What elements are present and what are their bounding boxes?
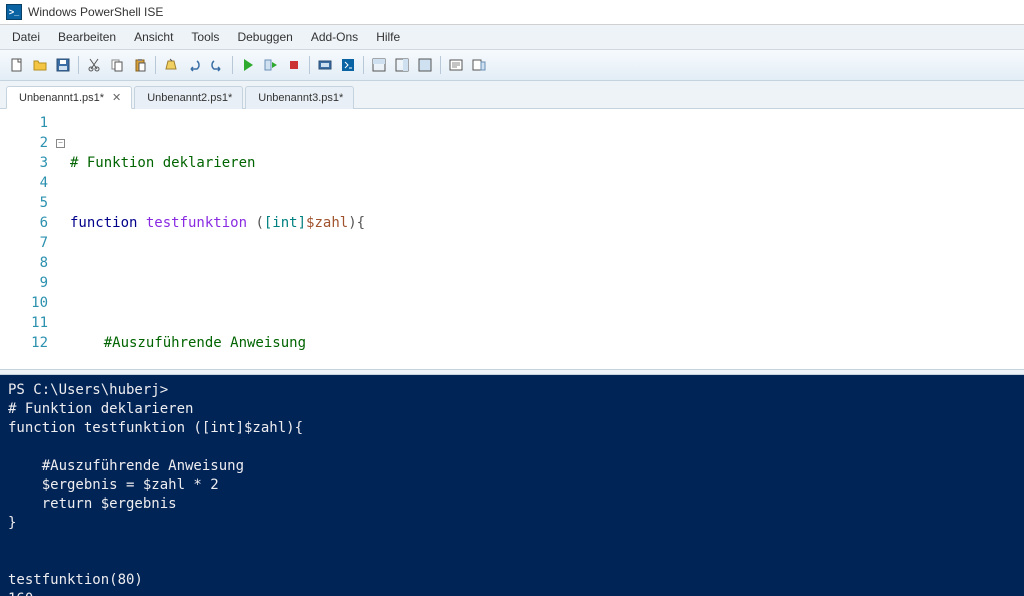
- clear-button[interactable]: [160, 54, 182, 76]
- menu-edit[interactable]: Bearbeiten: [50, 27, 124, 47]
- menu-debug[interactable]: Debuggen: [229, 27, 300, 47]
- menu-tools[interactable]: Tools: [183, 27, 227, 47]
- tab-file-3[interactable]: Unbenannt3.ps1*: [245, 86, 354, 109]
- layout-script-max-button[interactable]: [414, 54, 436, 76]
- fold-gutter: −: [56, 113, 70, 365]
- menu-file[interactable]: Datei: [4, 27, 48, 47]
- copy-button[interactable]: [106, 54, 128, 76]
- toolbar-separator: [78, 56, 79, 74]
- toolbar-separator: [309, 56, 310, 74]
- run-button[interactable]: [237, 54, 259, 76]
- fold-toggle-icon[interactable]: −: [56, 139, 65, 148]
- new-remote-tab-button[interactable]: [314, 54, 336, 76]
- toolbar-separator: [363, 56, 364, 74]
- undo-button[interactable]: [183, 54, 205, 76]
- line-number-gutter: 1 2 3 4 5 6 7 8 9 10 11 12: [0, 113, 56, 365]
- menubar: Datei Bearbeiten Ansicht Tools Debuggen …: [0, 25, 1024, 50]
- window-title: Windows PowerShell ISE: [28, 5, 163, 19]
- console-pane[interactable]: PS C:\Users\huberj> # Funktion deklarier…: [0, 375, 1024, 596]
- tabbar: Unbenannt1.ps1* ✕ Unbenannt2.ps1* Unbena…: [0, 81, 1024, 109]
- tab-close-icon[interactable]: ✕: [112, 91, 121, 104]
- app-icon: >_: [6, 4, 22, 20]
- layout-script-top-button[interactable]: [368, 54, 390, 76]
- titlebar: >_ Windows PowerShell ISE: [0, 0, 1024, 25]
- tab-label: Unbenannt1.ps1*: [19, 92, 104, 104]
- show-command-button[interactable]: [445, 54, 467, 76]
- paste-button[interactable]: [129, 54, 151, 76]
- start-powershell-button[interactable]: [337, 54, 359, 76]
- layout-script-right-button[interactable]: [391, 54, 413, 76]
- open-file-button[interactable]: [29, 54, 51, 76]
- editor-pane[interactable]: 1 2 3 4 5 6 7 8 9 10 11 12 − # Funktion …: [0, 109, 1024, 369]
- save-button[interactable]: [52, 54, 74, 76]
- tab-label: Unbenannt2.ps1*: [147, 92, 232, 104]
- run-selection-button[interactable]: [260, 54, 282, 76]
- show-command-addon-button[interactable]: [468, 54, 490, 76]
- toolbar: [0, 50, 1024, 81]
- code-area[interactable]: # Funktion deklarieren function testfunk…: [70, 113, 1024, 365]
- menu-addons[interactable]: Add-Ons: [303, 27, 366, 47]
- redo-button[interactable]: [206, 54, 228, 76]
- tab-file-1[interactable]: Unbenannt1.ps1* ✕: [6, 86, 132, 109]
- tab-label: Unbenannt3.ps1*: [258, 92, 343, 104]
- tab-file-2[interactable]: Unbenannt2.ps1*: [134, 86, 243, 109]
- menu-help[interactable]: Hilfe: [368, 27, 408, 47]
- menu-view[interactable]: Ansicht: [126, 27, 181, 47]
- toolbar-separator: [440, 56, 441, 74]
- new-file-button[interactable]: [6, 54, 28, 76]
- stop-button[interactable]: [283, 54, 305, 76]
- cut-button[interactable]: [83, 54, 105, 76]
- toolbar-separator: [155, 56, 156, 74]
- toolbar-separator: [232, 56, 233, 74]
